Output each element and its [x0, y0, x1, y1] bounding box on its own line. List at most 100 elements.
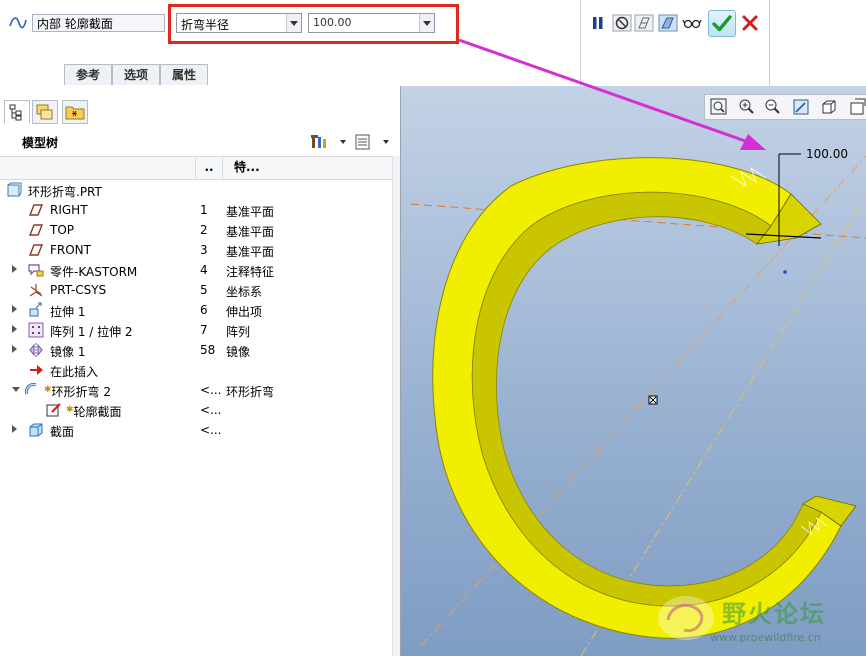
tree-row-top[interactable]: TOP 2 基准平面: [0, 220, 390, 240]
zoom-out-icon[interactable]: [763, 98, 783, 116]
pause-icon[interactable]: [588, 12, 608, 34]
tree-row-pattern[interactable]: 阵列 1 / 拉伸 2 7 阵列: [0, 320, 390, 340]
shading-cube-icon[interactable]: [819, 98, 839, 116]
tree-row-type: 基准平面: [226, 225, 275, 239]
tree-row-label: FRONT: [50, 243, 91, 257]
chevron-down-icon: [383, 140, 389, 144]
tree-row-right[interactable]: RIGHT 1 基准平面: [0, 200, 390, 220]
annotation-display-icon[interactable]: [847, 98, 866, 116]
tree-row-label: 环形折弯.PRT: [28, 185, 102, 199]
tree-row-section[interactable]: 截面 <...: [0, 420, 390, 440]
extrude-icon: [29, 302, 42, 317]
tree-row-label: ✱环形折弯 2: [44, 385, 111, 399]
tree-row-number: 4: [200, 263, 208, 277]
cancel-x-icon[interactable]: [740, 12, 760, 34]
expand-icon[interactable]: [12, 425, 17, 433]
tab-folder-browser[interactable]: [62, 100, 88, 124]
tree-row-label: 阵列 1 / 拉伸 2: [50, 325, 133, 339]
tab-layers[interactable]: [32, 100, 58, 124]
section-icon: [29, 423, 43, 437]
tab-references[interactable]: 参考: [64, 64, 112, 85]
tree-row-label: ✱轮廓截面: [66, 405, 122, 419]
tree-row-type: 伸出项: [226, 305, 263, 319]
expand-icon[interactable]: [12, 305, 17, 313]
tree-row-label: PRT-CSYS: [50, 283, 107, 297]
expand-icon[interactable]: [12, 265, 17, 273]
section-collector-field[interactable]: 内部 轮廓截面: [32, 14, 165, 32]
tree-row-label: 拉伸 1: [50, 305, 86, 319]
show-columns-icon: [355, 134, 370, 150]
tree-row-label: RIGHT: [50, 203, 88, 217]
watermark-url: www.proewildfire.cn: [710, 631, 821, 644]
layers-icon: [36, 104, 53, 120]
tree-row-part[interactable]: 环形折弯.PRT: [0, 180, 390, 200]
tree-row-type: 基准平面: [226, 205, 275, 219]
tree-row-csys[interactable]: PRT-CSYS 5 坐标系: [0, 280, 390, 300]
expand-icon[interactable]: [12, 325, 17, 333]
tree-scrollbar[interactable]: [392, 156, 400, 656]
tree-row-mirror[interactable]: 镜像 1 58 镜像: [0, 340, 390, 360]
tree-row-sketch[interactable]: ✱轮廓截面 <...: [0, 400, 390, 420]
collapse-icon[interactable]: [12, 387, 20, 392]
glasses-icon[interactable]: [682, 12, 702, 34]
tree-row-type: 环形折弯: [226, 385, 275, 399]
ok-button[interactable]: [708, 10, 736, 37]
part-icon: [7, 182, 22, 197]
tree-row-label: 零件-KASTORM: [50, 265, 138, 279]
tree-row-annotation[interactable]: 零件-KASTORM 4 注释特征: [0, 260, 390, 280]
refit-icon[interactable]: [709, 98, 729, 116]
tab-model-tree[interactable]: [4, 100, 30, 124]
tab-options[interactable]: 选项: [112, 64, 160, 85]
view-toolbar: [704, 94, 866, 120]
csys-icon: [29, 284, 43, 297]
zoom-in-icon[interactable]: [737, 98, 757, 116]
tree-row-number: <...: [200, 383, 222, 397]
insert-here-icon: [30, 365, 43, 375]
tree-row-number: 3: [200, 243, 208, 257]
highlight-annotation-box: [168, 4, 459, 44]
watermark-text: 野火论坛: [722, 600, 826, 628]
tree-row-type: 坐标系: [226, 285, 263, 299]
tree-tools-menu[interactable]: [310, 132, 395, 152]
column-number-header[interactable]: ..: [195, 157, 223, 179]
tree-row-insert-here[interactable]: 在此插入: [0, 360, 390, 380]
tree-row-number: 5: [200, 283, 208, 297]
tree-row-type: 阵列: [226, 325, 251, 339]
dashboard-divider: [580, 0, 581, 86]
section-curve-icon[interactable]: [8, 14, 28, 32]
graphics-viewport[interactable]: [401, 86, 866, 656]
tree-icon: [9, 104, 22, 121]
watermark-logo: [658, 596, 714, 640]
reorient-icon[interactable]: [791, 98, 811, 116]
folder-icon: [65, 106, 85, 120]
tree-row-number: 58: [200, 343, 216, 357]
geometry-check-icon[interactable]: [634, 12, 654, 34]
annotation-icon: [28, 264, 44, 277]
tree-row-number: <...: [200, 423, 222, 437]
tree-row-label: 镜像 1: [50, 345, 86, 359]
sketch-icon: [46, 403, 61, 417]
stop-icon[interactable]: [612, 12, 632, 34]
new-feature-star-icon: ✱: [66, 405, 74, 415]
tree-row-type: 镜像: [226, 345, 251, 359]
expand-icon[interactable]: [12, 345, 17, 353]
datum-plane-icon: [28, 224, 44, 236]
column-type-header[interactable]: 特...: [234, 157, 260, 177]
datum-plane-icon: [28, 204, 44, 216]
tree-row-number: <...: [200, 403, 222, 417]
tree-row-front[interactable]: FRONT 3 基准平面: [0, 240, 390, 260]
tree-row-extrude[interactable]: 拉伸 1 6 伸出项: [0, 300, 390, 320]
new-feature-star-icon: ✱: [44, 385, 52, 395]
dashboard-divider: [769, 0, 770, 86]
model-graphics: [410, 153, 866, 656]
model-tree-title: 模型树: [22, 136, 59, 150]
tree-row-number: 7: [200, 323, 208, 337]
tree-row-number: 2: [200, 223, 208, 237]
datum-plane-icon: [28, 244, 44, 256]
preview-icon[interactable]: [658, 12, 678, 34]
tree-row-toroidal-bend[interactable]: ✱环形折弯 2 <... 环形折弯: [0, 380, 390, 400]
tree-row-label: TOP: [50, 223, 75, 237]
tree-row-number: 1: [200, 203, 208, 217]
bend-radius-dimension[interactable]: 100.00: [806, 147, 848, 161]
tab-properties[interactable]: 属性: [160, 64, 208, 85]
